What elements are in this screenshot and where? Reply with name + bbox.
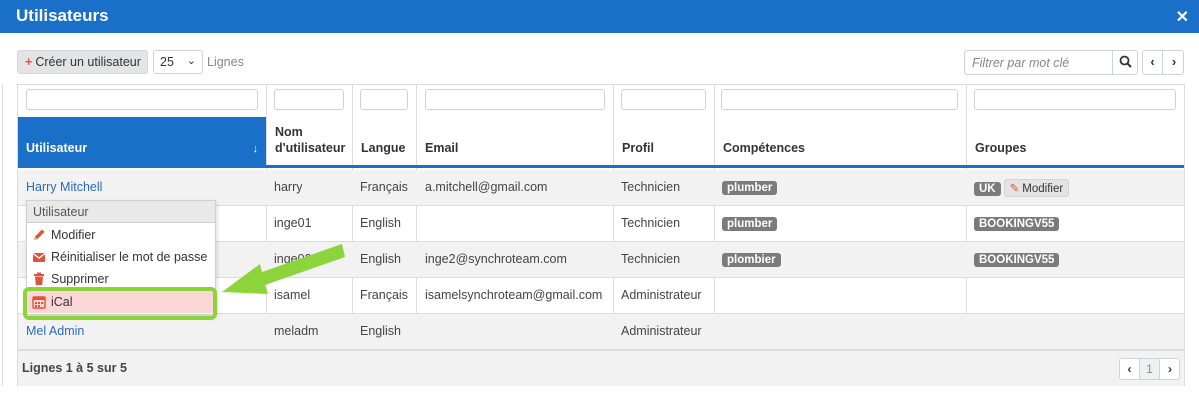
close-icon[interactable]: ✕ [1176, 7, 1189, 27]
edit-group-label: Modifier [1022, 183, 1064, 195]
row-count: Lignes 1 à 5 sur 5 [22, 361, 127, 375]
header-label: Email [425, 141, 459, 155]
window-title: Utilisateurs [16, 6, 109, 25]
header-label: Groupes [975, 141, 1027, 155]
cell-login: meladm [274, 324, 319, 338]
search-input[interactable] [965, 51, 1113, 74]
search-box [964, 50, 1138, 75]
search-icon[interactable] [1112, 51, 1137, 74]
filter-profil[interactable] [621, 89, 706, 110]
header-competences[interactable]: Compétences [715, 117, 966, 165]
filter-competences[interactable] [721, 89, 958, 110]
menu-item-label: Supprimer [51, 272, 109, 286]
skill-badge: plumber [722, 217, 778, 231]
chevron-right-icon[interactable]: › [1160, 359, 1180, 379]
cell-groupes: BOOKINGV55 [974, 206, 1060, 241]
header-label: Langue [361, 141, 406, 155]
header-email[interactable]: Email [417, 117, 613, 165]
cell-langue: English [360, 216, 401, 230]
window-titlebar: Utilisateurs ✕ [0, 0, 1199, 33]
cell-langue: English [360, 252, 401, 266]
header-profil[interactable]: Profil [614, 117, 714, 165]
cell-competences: plumber [722, 170, 778, 205]
highlight-frame [23, 287, 217, 320]
left-panel-edge [0, 84, 3, 386]
header-label: Profil [622, 141, 654, 155]
menu-item-label: Réinitialiser le mot de passe [51, 250, 208, 264]
cell-langue: Français [360, 288, 408, 302]
envelope-icon [32, 250, 46, 264]
cell-email: isamelsynchroteam@gmail.com [425, 288, 603, 302]
cell-profil: Technicien [621, 252, 681, 266]
plus-icon: + [25, 55, 33, 69]
cell-competences: plumber [722, 206, 778, 241]
cell-login: isamel [274, 288, 311, 302]
cell-login: harry [274, 180, 303, 194]
create-user-button[interactable]: + Créer un utilisateur [17, 50, 148, 74]
menu-item-modifier[interactable]: Modifier [27, 224, 215, 246]
filter-utilisateur[interactable] [26, 89, 258, 110]
header-utilisateur[interactable]: Utilisateur ↓ [18, 117, 266, 165]
rows-per-page-select[interactable]: 25 ⌄ [153, 50, 203, 74]
header-groupes[interactable]: Groupes [967, 117, 1184, 165]
bottom-pager: ‹ 1 › [1119, 358, 1180, 380]
rows-per-page-value: 25 [160, 55, 174, 69]
create-user-label: Créer un utilisateur [35, 55, 141, 69]
table-footer: Lignes 1 à 5 sur 5 ‹ 1 › [18, 350, 1184, 386]
cell-profil: Administrateur [621, 324, 702, 338]
page-number[interactable]: 1 [1140, 359, 1160, 379]
cell-email: inge2@synchroteam.com [425, 252, 567, 266]
rows-label: Lignes [207, 55, 244, 69]
filter-langue[interactable] [360, 89, 408, 110]
context-menu-header: Utilisateur [27, 201, 215, 223]
trash-icon [32, 272, 46, 286]
cell-langue: English [360, 324, 401, 338]
cell-email: a.mitchell@gmail.com [425, 180, 548, 194]
menu-item-label: Modifier [51, 228, 96, 242]
cell-groupes: BOOKINGV55 [974, 242, 1060, 277]
cell-competences: plombier [722, 242, 781, 277]
cell-profil: Technicien [621, 216, 681, 230]
group-badge: BOOKINGV55 [974, 253, 1060, 267]
chevron-down-icon: ⌄ [186, 55, 196, 67]
cell-profil: Administrateur [621, 288, 702, 302]
skill-badge: plombier [722, 253, 781, 267]
header-label: Nom d'utilisateur [275, 125, 346, 155]
menu-item-reset-password[interactable]: Réinitialiser le mot de passe [27, 246, 215, 268]
skill-badge: plumber [722, 181, 778, 195]
cell-groupes: UK ✎ Modifier [974, 170, 1070, 205]
group-badge: UK [974, 182, 1001, 196]
cell-login: inge02 [274, 252, 312, 266]
cell-langue: Français [360, 180, 408, 194]
filter-login[interactable] [274, 89, 344, 110]
table-header: Utilisateur ↓ Nom d'utilisateur Langue E… [18, 117, 1184, 168]
chevron-left-icon[interactable]: ‹ [1143, 51, 1163, 74]
chevron-left-icon[interactable]: ‹ [1120, 359, 1140, 379]
top-pager: ‹ › [1142, 50, 1184, 75]
header-langue[interactable]: Langue [353, 117, 416, 165]
filter-groupes[interactable] [974, 89, 1176, 110]
header-login[interactable]: Nom d'utilisateur [267, 117, 352, 165]
sort-down-icon: ↓ [252, 143, 259, 155]
pencil-icon: ✎ [1009, 183, 1020, 195]
chevron-right-icon[interactable]: › [1164, 51, 1184, 69]
pencil-icon [32, 228, 46, 242]
header-label: Utilisateur [26, 141, 88, 155]
header-label: Compétences [723, 141, 805, 155]
filter-email[interactable] [425, 89, 605, 110]
edit-group-button[interactable]: ✎ Modifier [1003, 179, 1070, 197]
group-badge: BOOKINGV55 [974, 217, 1060, 231]
cell-login: inge01 [274, 216, 312, 230]
cell-profil: Technicien [621, 180, 681, 194]
